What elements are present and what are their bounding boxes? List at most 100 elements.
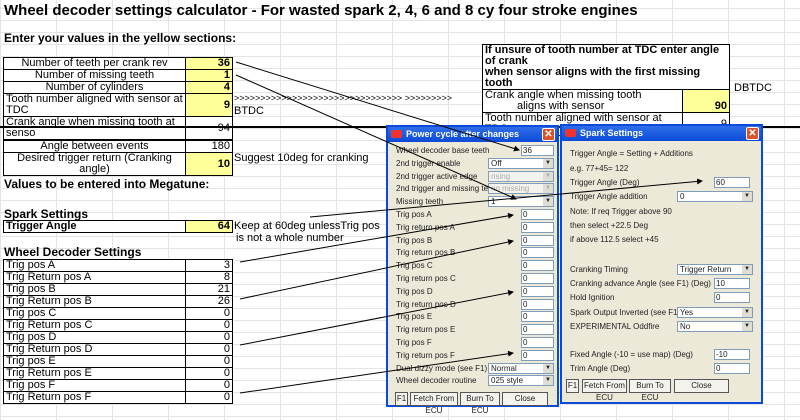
- row-label: Trig Return pos B: [3, 295, 186, 308]
- row-label: Number of cylinders: [3, 81, 186, 94]
- arrow-text: >>>>>>>>>>>>>>>>>>>>>>>>>>>>>>>> >>>>>>>…: [234, 93, 452, 103]
- spark-note: Keep at 60deg unlessTrig pos: [234, 220, 380, 232]
- field-input[interactable]: 0: [521, 221, 554, 233]
- field-label: 2nd trigger enable: [396, 158, 461, 168]
- chevron-down-icon[interactable]: ▼: [543, 363, 553, 373]
- field-input[interactable]: 0: [521, 298, 554, 310]
- wheel-heading: Wheel Decoder Settings: [4, 245, 142, 259]
- wheel-table: Trig pos A 3 Trig Return pos A 8 Trig pos B2…: [3, 259, 233, 404]
- row-value[interactable]: 1: [185, 69, 233, 82]
- close-icon[interactable]: ✕: [542, 128, 555, 141]
- close-button[interactable]: Close: [502, 392, 548, 406]
- chevron-down-icon[interactable]: ▼: [543, 171, 553, 181]
- row-label: Trig pos B: [3, 283, 186, 296]
- select-value: rising: [491, 171, 511, 181]
- chevron-down-icon[interactable]: ▼: [742, 265, 752, 274]
- crank-angle-input[interactable]: 90: [682, 89, 730, 113]
- help-button[interactable]: F1: [395, 392, 408, 406]
- helper-heading: If unsure of tooth number at TDC enter a…: [485, 44, 720, 67]
- input-row: Number of teeth per crank rev 36: [3, 57, 233, 70]
- field-label: Hold Ignition: [570, 293, 615, 302]
- chevron-down-icon[interactable]: ▼: [543, 376, 553, 386]
- field-select[interactable]: Off ▼: [488, 157, 554, 169]
- fetch-button[interactable]: Fetch From ECU: [582, 379, 627, 402]
- field-input[interactable]: 0: [521, 311, 554, 323]
- angle-label: Angle between events: [3, 140, 186, 153]
- field-select[interactable]: Normal ▼: [488, 362, 554, 374]
- row-value: 0: [185, 343, 233, 356]
- burn-button[interactable]: Burn To ECU: [460, 392, 500, 415]
- decoder-row: Trig Return pos E0: [3, 367, 233, 380]
- decoder-row: Trig Return pos B 26: [3, 295, 233, 308]
- field-input[interactable]: 0: [714, 292, 750, 303]
- field-input[interactable]: 0: [521, 324, 554, 336]
- chevron-down-icon[interactable]: ▼: [543, 158, 553, 168]
- field-select[interactable]: Yes ▼: [677, 307, 753, 318]
- field-input[interactable]: 0: [521, 273, 554, 284]
- field-label: Trig return pos D: [396, 299, 456, 309]
- angle-value: 180: [185, 140, 233, 153]
- row-value: 0: [185, 307, 233, 320]
- chevron-down-icon[interactable]: ▼: [742, 308, 752, 317]
- input-row: Tooth number aligned with sensor at TDC 9: [3, 93, 233, 117]
- field-select[interactable]: No ▼: [677, 321, 753, 332]
- row-label: Number of teeth per crank rev: [3, 57, 186, 70]
- close-button[interactable]: Close: [674, 379, 729, 393]
- close-icon[interactable]: ✕: [746, 127, 759, 140]
- field-label: Trig pos B: [396, 235, 433, 245]
- field-input[interactable]: 0: [521, 247, 554, 259]
- field-input[interactable]: 0: [521, 349, 554, 361]
- row-value[interactable]: 9: [185, 93, 233, 117]
- field-input[interactable]: 0: [521, 234, 554, 246]
- chevron-down-icon[interactable]: ▼: [742, 192, 752, 201]
- row-label: Trig Return pos A: [3, 271, 186, 284]
- row-label: Trig pos D: [3, 331, 186, 344]
- trigger-angle-label: Trigger Angle: [3, 220, 186, 233]
- chevron-down-icon[interactable]: ▼: [742, 322, 752, 331]
- app-icon: [391, 130, 402, 138]
- field-label: Trim Angle (Deg): [570, 364, 631, 373]
- fetch-button[interactable]: Fetch From ECU: [410, 392, 458, 415]
- return-label: Desired trigger return (Cranking angle): [3, 152, 186, 176]
- select-value: Normal: [491, 363, 517, 373]
- row-value[interactable]: 36: [185, 57, 233, 70]
- field-input[interactable]: 60: [714, 177, 750, 188]
- burn-button[interactable]: Burn To ECU: [629, 379, 671, 402]
- field-label: Trig pos A: [396, 210, 432, 219]
- field-label: Trig return pos B: [396, 248, 456, 258]
- field-label: Wheel decoder base teeth: [396, 146, 490, 155]
- chevron-down-icon[interactable]: ▼: [543, 197, 553, 207]
- field-select[interactable]: 0 ▼: [677, 191, 753, 202]
- decoder-row: Trig pos D0: [3, 331, 233, 344]
- row-label: Number of missing teeth: [3, 69, 186, 82]
- field-select[interactable]: Trigger Return ▼: [677, 264, 753, 275]
- row-label: Trig Return pos F: [3, 391, 186, 404]
- field-input[interactable]: 0: [521, 337, 554, 348]
- field-label: Dual dizzy mode (see F1): [396, 363, 488, 373]
- dialog-titlebar: Spark Settings ✕: [562, 126, 761, 141]
- row-label: Trig Return pos D: [3, 343, 186, 356]
- field-input[interactable]: 0: [521, 285, 554, 297]
- power-cycle-dialog: Power cycle after changes ✕ Wheel decoder…: [386, 125, 559, 415]
- row-value[interactable]: 4: [185, 81, 233, 94]
- field-input[interactable]: 0: [714, 363, 750, 374]
- field-input[interactable]: 0: [521, 209, 554, 220]
- field-label: Cranking advance Angle (see F1) (Deg): [570, 279, 711, 288]
- chevron-down-icon[interactable]: ▼: [543, 184, 553, 194]
- select-value: no missing: [491, 184, 530, 194]
- field-select: rising ▼: [488, 170, 554, 182]
- row-label: Crank angle when missing tooth at senso: [3, 116, 186, 140]
- select-value: 1: [491, 197, 496, 207]
- return-input[interactable]: 10: [185, 152, 233, 176]
- field-input[interactable]: -10: [714, 349, 750, 360]
- field-label: Trigger Angle = Setting + Additions: [570, 149, 693, 158]
- field-select[interactable]: 025 style ▼: [488, 375, 554, 387]
- select-value: Off: [491, 158, 502, 168]
- dialog-title: Spark Settings: [580, 128, 644, 138]
- spark-note-2: is not a whole number: [236, 232, 344, 244]
- field-input[interactable]: 10: [714, 278, 750, 289]
- field-select[interactable]: 1 ▼: [488, 196, 554, 208]
- field-input[interactable]: 36: [521, 145, 554, 156]
- field-input[interactable]: 0: [521, 260, 554, 272]
- help-button[interactable]: F1: [566, 379, 579, 393]
